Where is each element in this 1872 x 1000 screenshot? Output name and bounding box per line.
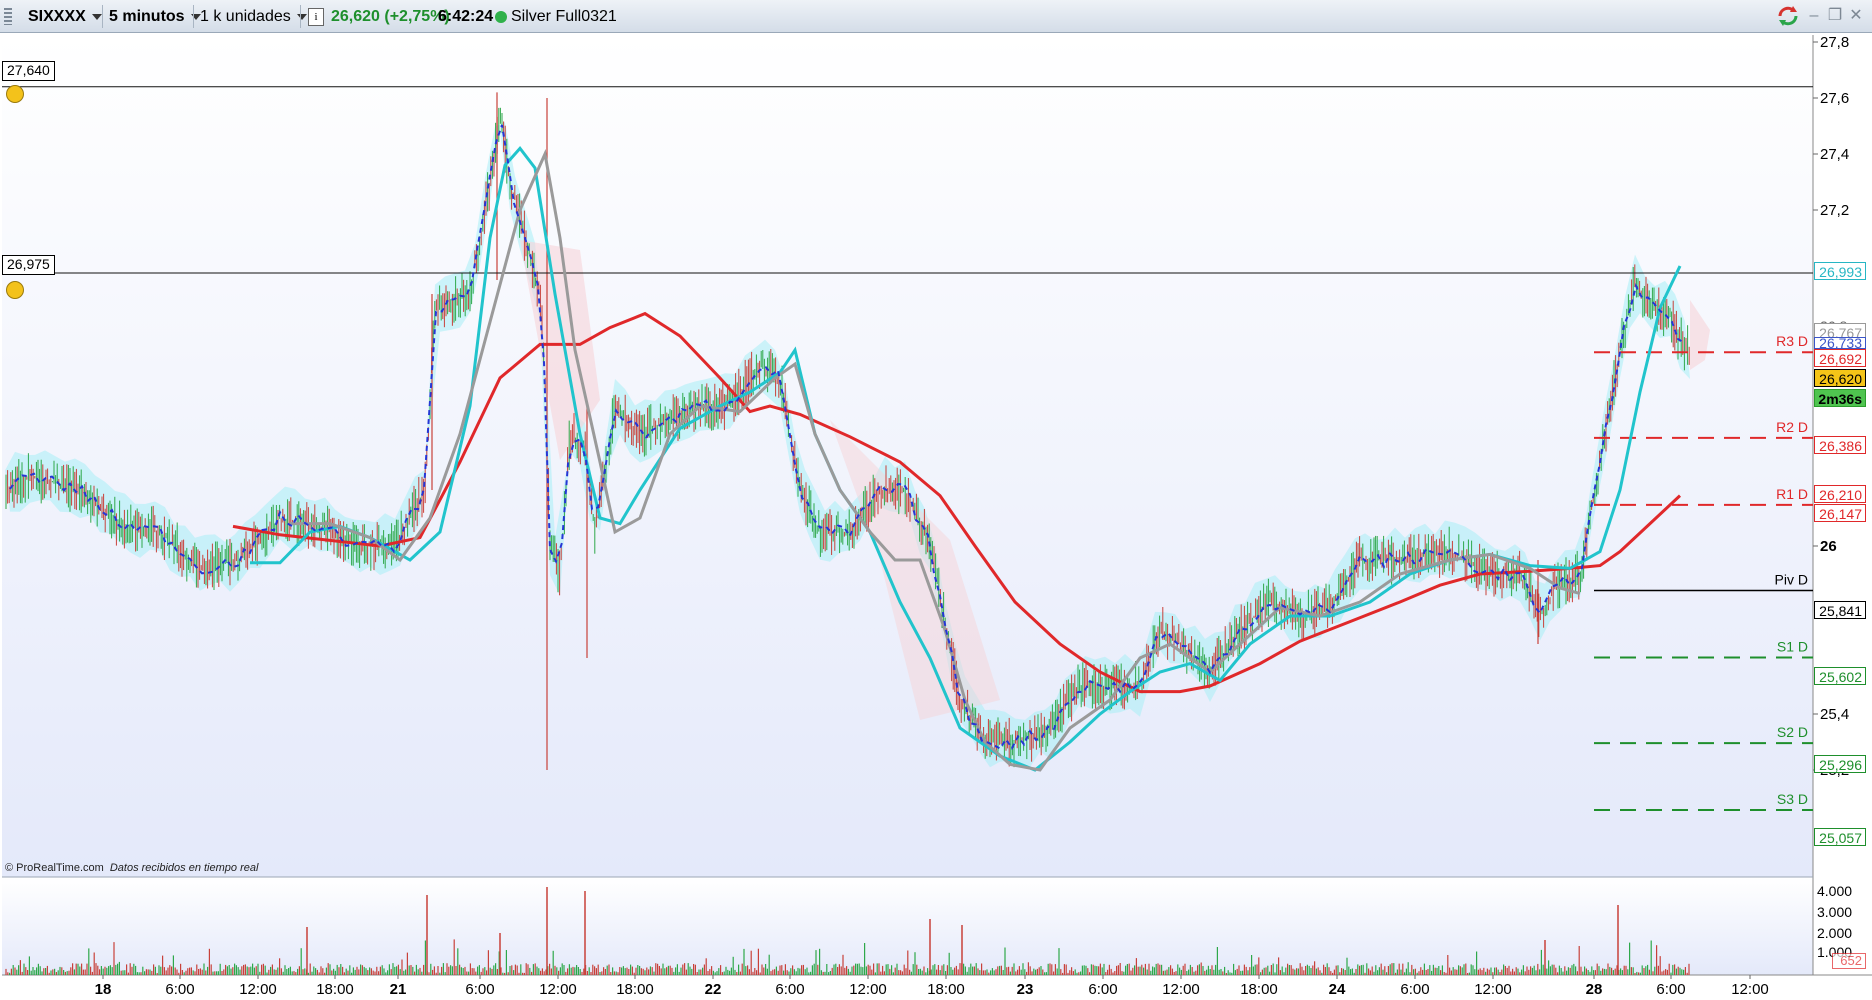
time-axis-label: 6:00 (1400, 981, 1429, 998)
restore-button[interactable]: ❐ (1826, 7, 1844, 25)
time-axis-label: 22 (705, 981, 722, 998)
time-axis-label: 12:00 (1162, 981, 1200, 998)
chevron-down-icon (91, 13, 102, 20)
time-axis-label: 6:00 (1088, 981, 1117, 998)
pivot-name-label: R1 D (1776, 486, 1808, 502)
pivot-name-label: Piv D (1775, 572, 1808, 588)
time-axis-label: 12:00 (539, 981, 577, 998)
price-chart[interactable]: R3 D R2 D R1 D Piv D S1 D S2 D S3 D 27,8 27,6 27… (0, 33, 1872, 1000)
volume-axis-label: 4.000 (1817, 883, 1852, 899)
price-axis-label: 27,6 (1820, 90, 1849, 107)
watermark: © ProRealTime.com Datos recibidos en tie… (5, 862, 258, 874)
volume-last-label: 652 (1832, 953, 1866, 969)
time-axis-label: 6:00 (775, 981, 804, 998)
time-axis-label: 18:00 (927, 981, 965, 998)
time-axis-label: 18:00 (616, 981, 654, 998)
timeframe-label: 5 minutos (109, 8, 185, 25)
price-axis-label: 27,4 (1820, 146, 1849, 163)
time-axis-label: 18 (95, 981, 112, 998)
alert-bell-icon[interactable] (6, 281, 24, 299)
price-label-red-ma: 26,210 (1814, 485, 1866, 503)
price-axis-label: 27,8 (1820, 34, 1849, 51)
price-label-r2: 26,386 (1814, 436, 1866, 454)
time-axis-label: 24 (1329, 981, 1346, 998)
price-label-pivot: 25,841 (1814, 601, 1866, 619)
price-axis-label: 27,2 (1820, 202, 1849, 219)
toolbar-divider (102, 5, 103, 28)
price-label-s3: 25,057 (1814, 828, 1866, 846)
time-axis-label: 6:00 (1656, 981, 1685, 998)
time-axis-label: 6:00 (465, 981, 494, 998)
volume-axis-label: 2.000 (1817, 925, 1852, 941)
last-price-change: 26,620 (+2,75%) (331, 8, 450, 25)
drag-handle-icon[interactable] (4, 8, 12, 25)
time-axis-label: 6:00 (165, 981, 194, 998)
pivot-name-label: R3 D (1776, 333, 1808, 349)
units-selector[interactable]: 1 k unidades (200, 0, 307, 33)
units-label: 1 k unidades (200, 8, 291, 25)
price-label-blue-ma: 26,733 (1814, 337, 1866, 349)
pivot-name-label: S1 D (1777, 638, 1808, 654)
price-axis-label: 25,4 (1820, 706, 1849, 723)
toolbar-divider (193, 5, 194, 28)
time-axis-label: 18:00 (1240, 981, 1278, 998)
time-axis-label: 12:00 (1731, 981, 1769, 998)
time-axis-label: 21 (390, 981, 407, 998)
minimize-button[interactable]: – (1805, 7, 1823, 25)
price-label-s1: 25,602 (1814, 667, 1866, 685)
connection-label: Silver Full0321 (511, 8, 617, 25)
time-axis-label: 12:00 (849, 981, 887, 998)
price-axis-label: 26 (1820, 538, 1837, 555)
time-axis-label: 18:00 (316, 981, 354, 998)
pivot-name-label: S3 D (1777, 791, 1808, 807)
close-button[interactable]: ✕ (1847, 7, 1865, 25)
price-pane-background (2, 35, 1813, 877)
price-label-cyan-ma: 26,993 (1814, 262, 1866, 280)
watermark-brand: © ProRealTime.com (5, 862, 104, 874)
level-label-lower[interactable]: 26,975 (2, 255, 55, 275)
chart-toolbar: SIXXXX 5 minutos 1 k unidades i 26,620 (… (0, 0, 1872, 33)
chevron-down-icon (296, 13, 307, 20)
time-axis-label: 28 (1586, 981, 1603, 998)
price-label-last: 26,620 (1814, 369, 1866, 387)
timeframe-selector[interactable]: 5 minutos (109, 0, 201, 33)
candle-countdown: 2m36s (1814, 389, 1866, 407)
chart-canvas[interactable]: R3 D R2 D R1 D Piv D S1 D S2 D S3 D 27,8 27,6 27… (0, 33, 1872, 1000)
pivot-name-label: R2 D (1776, 419, 1808, 435)
price-label-s2: 25,296 (1814, 755, 1866, 773)
sync-icon[interactable] (1776, 4, 1800, 28)
time-axis-label: 23 (1017, 981, 1034, 998)
alert-bell-icon[interactable] (6, 85, 24, 103)
symbol-selector[interactable]: SIXXXX (28, 0, 102, 33)
time-axis-label: 12:00 (239, 981, 277, 998)
price-label-r1: 26,147 (1814, 504, 1866, 522)
watermark-note: Datos recibidos en tiempo real (109, 862, 259, 874)
connection-status-icon (495, 11, 507, 23)
volume-axis-label: 3.000 (1817, 904, 1852, 920)
info-icon[interactable]: i (308, 8, 324, 26)
level-label-upper[interactable]: 27,640 (2, 61, 55, 81)
time-axis-label: 12:00 (1474, 981, 1512, 998)
last-update-time: 6:42:24 (438, 8, 494, 25)
symbol-label: SIXXXX (28, 8, 86, 25)
price-label-r3: 26,692 (1814, 349, 1866, 367)
pivot-name-label: S2 D (1777, 724, 1808, 740)
toolbar-divider (300, 5, 301, 28)
